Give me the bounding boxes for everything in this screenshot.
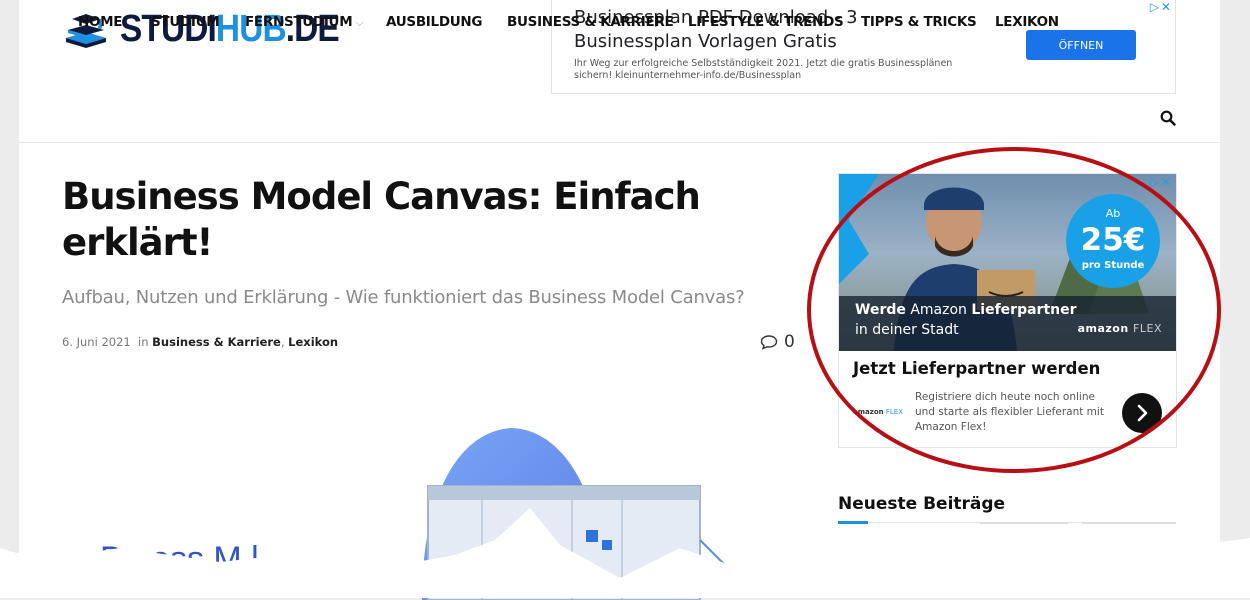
nav-label: LEXIKON bbox=[995, 14, 1059, 30]
article-subtitle: Aufbau, Nutzen und Erklärung - Wie funkt… bbox=[62, 287, 745, 308]
logo-amazon: amazon bbox=[853, 408, 884, 416]
caption-lieferpartner: Lieferpartner bbox=[971, 302, 1077, 318]
nav-label: BUSINESS & KARRIERE bbox=[507, 14, 674, 30]
nav-item-lifestyle-trends[interactable]: LIFESTYLE & TRENDS bbox=[688, 14, 844, 30]
chevron-right-icon bbox=[1137, 404, 1148, 422]
nav-item-tipps-tricks[interactable]: TIPPS & TRICKS bbox=[861, 14, 977, 30]
caption-line-1: Werde Amazon Lieferpartner bbox=[855, 302, 1077, 318]
badge-price: 25€ bbox=[1080, 222, 1146, 258]
chevron-down-icon: ⌵ bbox=[355, 16, 364, 29]
article-meta: 6. Juni 2021 in Business & Karriere, Lex… bbox=[62, 335, 338, 349]
adchoices-icon[interactable]: ▷✕ bbox=[1150, 175, 1173, 189]
adchoices-icon[interactable]: ▷✕ bbox=[1150, 0, 1173, 14]
nav-label: STUDIUM bbox=[151, 14, 220, 30]
caption-line-2: in deiner Stadt bbox=[855, 322, 959, 338]
caption-amazon: Amazon bbox=[910, 302, 967, 318]
category-link-lexikon[interactable]: Lexikon bbox=[288, 335, 338, 349]
nav-label: AUSBILDUNG bbox=[386, 14, 483, 30]
ad-photo-caption: Werde Amazon Lieferpartner in deiner Sta… bbox=[839, 296, 1176, 351]
badge-suffix: pro Stunde bbox=[1081, 260, 1145, 271]
nav-label: TIPPS & TRICKS bbox=[861, 14, 977, 30]
search-icon bbox=[1160, 110, 1176, 126]
meta-separator: , bbox=[280, 335, 285, 349]
comment-count-link[interactable]: 0 bbox=[760, 332, 795, 352]
ad-next-button[interactable] bbox=[1122, 393, 1162, 433]
nav-item-business-karriere[interactable]: BUSINESS & KARRIERE bbox=[507, 14, 674, 30]
ad-description: Registriere dich heute noch online und s… bbox=[915, 391, 1104, 433]
article-date: 6. Juni 2021 bbox=[62, 335, 131, 349]
ad-photo: Ab 25€ pro Stunde Werde Amazon Lieferpar… bbox=[839, 174, 1176, 351]
logo-flex: FLEX bbox=[1133, 322, 1162, 335]
ad-subtext: Ihr Weg zur erfolgreiche Selbstständigke… bbox=[574, 58, 953, 81]
hero-text: Bu ess M l bbox=[100, 540, 259, 578]
main-navigation bbox=[19, 96, 1220, 143]
nav-item-ausbildung[interactable]: AUSBILDUNG bbox=[386, 14, 482, 30]
search-button[interactable] bbox=[1160, 110, 1207, 130]
amazon-flex-small-logo: amazon FLEX bbox=[853, 408, 903, 416]
nav-item-studium[interactable]: STUDIUM bbox=[151, 14, 220, 30]
nav-label: FERNSTUDIUM bbox=[245, 14, 353, 30]
logo-flex: FLEX bbox=[885, 408, 903, 416]
price-badge: Ab 25€ pro Stunde bbox=[1066, 194, 1160, 288]
nav-label: LIFESTYLE & TRENDS bbox=[688, 14, 844, 30]
ad-cta-headline[interactable]: Jetzt Lieferpartner werden bbox=[853, 359, 1100, 378]
nav-item-home[interactable]: HOME bbox=[78, 14, 123, 30]
nav-label: HOME bbox=[78, 14, 123, 30]
comment-icon bbox=[760, 335, 778, 350]
caption-werde: Werde bbox=[855, 302, 906, 318]
sidebar-ad[interactable]: Ab 25€ pro Stunde Werde Amazon Lieferpar… bbox=[838, 173, 1177, 448]
recent-tab-divider bbox=[1082, 522, 1176, 524]
nav-item-fernstudium[interactable]: FERNSTUDIUM ⌵ bbox=[245, 14, 364, 30]
article-hero-image: Bu ess M l bbox=[100, 428, 741, 600]
nav-item-lexikon[interactable]: LEXIKON bbox=[995, 14, 1059, 30]
badge-prefix: Ab bbox=[1105, 207, 1121, 220]
ad-open-button[interactable]: ÖFFNEN bbox=[1026, 30, 1136, 60]
category-link-business[interactable]: Business & Karriere bbox=[152, 335, 281, 349]
article-title: Business Model Canvas: Einfach erklärt! bbox=[62, 175, 701, 264]
amazon-flex-logo: amazon FLEX bbox=[1078, 322, 1162, 335]
recent-tab-divider bbox=[980, 522, 1068, 524]
recent-posts-accent bbox=[838, 521, 868, 524]
recent-posts-heading: Neueste Beiträge bbox=[838, 494, 1006, 514]
comment-count: 0 bbox=[784, 332, 795, 352]
meta-in: in bbox=[138, 335, 149, 349]
logo-amazon: amazon bbox=[1077, 322, 1129, 335]
